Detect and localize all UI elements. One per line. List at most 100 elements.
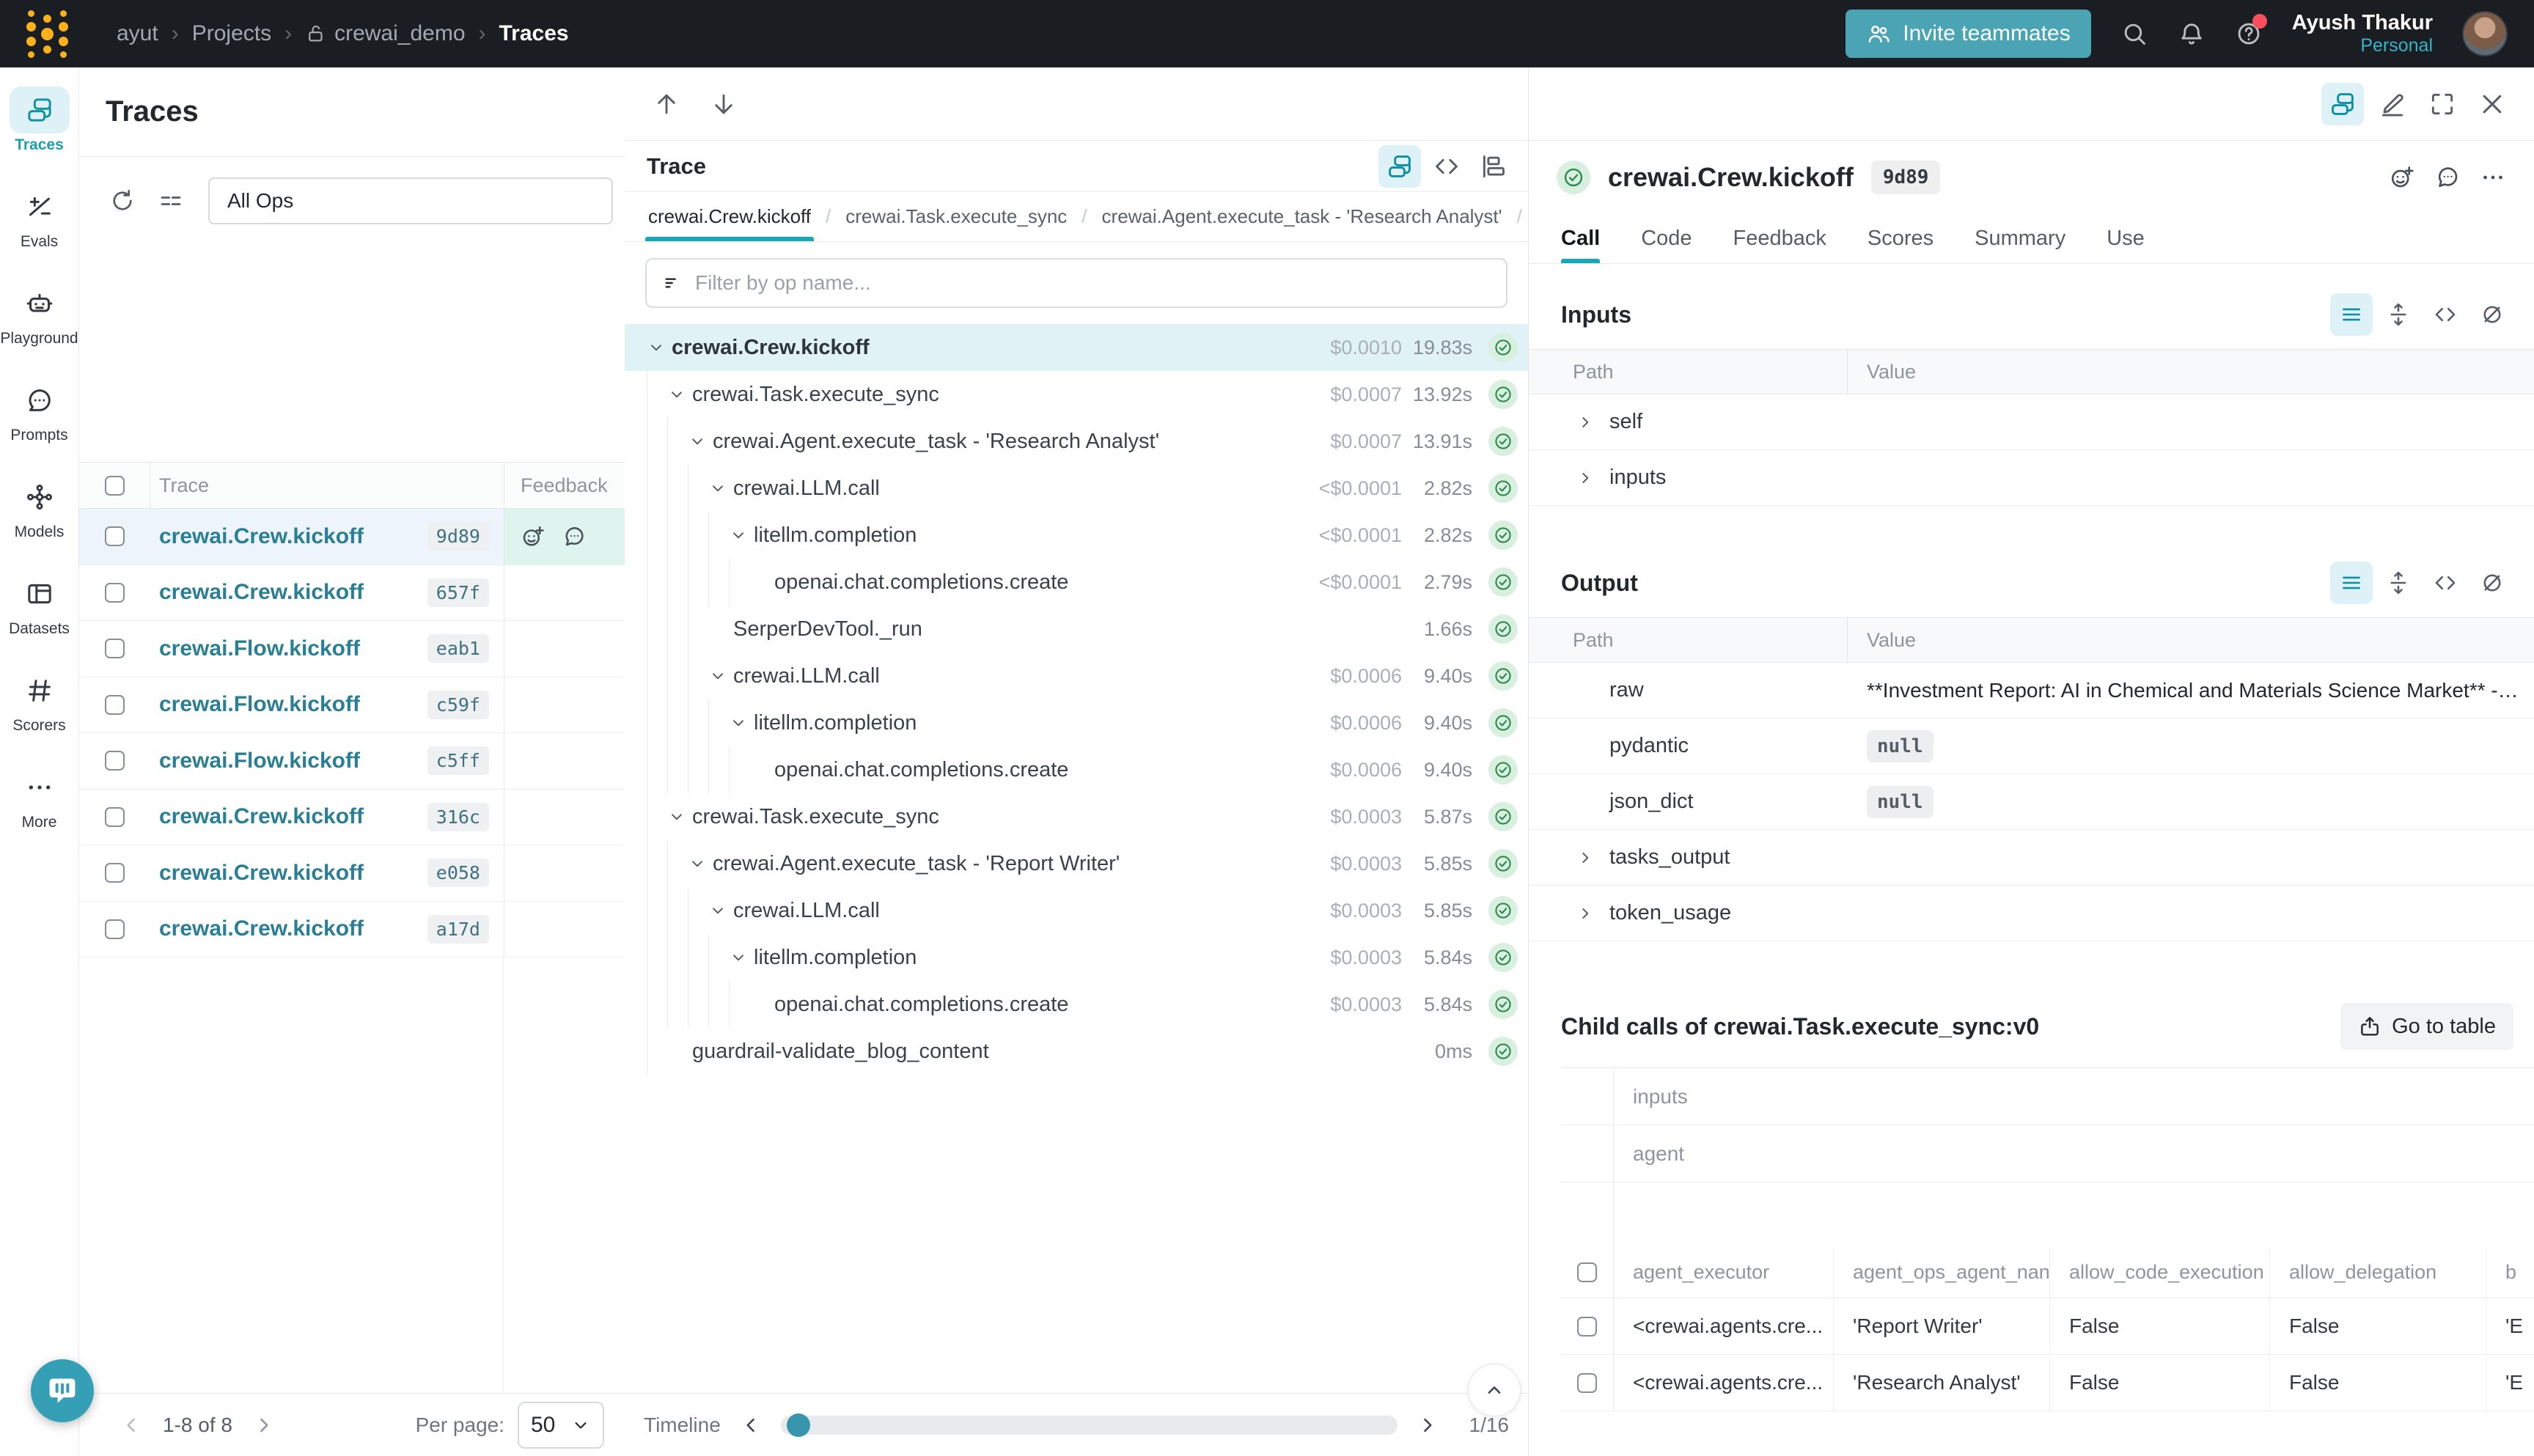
trace-link[interactable]: crewai.Crew.kickoff — [159, 524, 427, 549]
op-name-filter[interactable] — [645, 258, 1507, 308]
fullscreen-icon[interactable] — [2421, 83, 2464, 125]
trace-tree-row[interactable]: crewai.Task.execute_sync$0.000713.92s — [625, 371, 1528, 418]
tab-use[interactable]: Use — [2107, 214, 2145, 263]
per-page-select[interactable]: 50 — [518, 1402, 604, 1449]
child-call-row[interactable]: <crewai.agents.cre...'Research Analyst'F… — [1561, 1355, 2534, 1411]
row-checkbox[interactable] — [105, 807, 125, 827]
previous-call-button[interactable] — [645, 83, 688, 125]
row-checkbox[interactable] — [105, 751, 125, 771]
row-checkbox[interactable] — [105, 583, 125, 603]
row-checkbox[interactable] — [105, 526, 125, 546]
search-icon[interactable] — [2120, 20, 2148, 48]
hide-values-button[interactable] — [2471, 562, 2513, 604]
sidebar-item-playground[interactable]: Playground — [0, 280, 79, 377]
trace-tree-row[interactable]: SerperDevTool._run1.66s — [625, 606, 1528, 652]
code-view-button[interactable] — [2424, 293, 2467, 336]
expand-chevron-icon[interactable] — [1576, 848, 1598, 867]
kv-row[interactable]: json_dictnull — [1529, 774, 2534, 830]
invite-teammates-button[interactable]: Invite teammates — [1846, 10, 2090, 58]
comment-icon[interactable] — [2434, 164, 2461, 191]
expand-chevron-icon[interactable] — [647, 338, 672, 357]
trace-tree-row[interactable]: guardrail-validate_blog_content0ms — [625, 1028, 1528, 1075]
sidebar-item-evals[interactable]: Evals — [0, 183, 79, 280]
select-all-checkbox[interactable] — [1577, 1262, 1597, 1282]
code-view-button[interactable] — [1425, 145, 1468, 188]
expand-chevron-icon[interactable] — [1576, 904, 1598, 923]
support-chat-button[interactable] — [31, 1359, 94, 1422]
timeline-next-icon[interactable] — [1415, 1413, 1440, 1438]
sidebar-item-prompts[interactable]: Prompts — [0, 377, 79, 474]
next-page-icon[interactable] — [251, 1413, 276, 1438]
table-row[interactable]: crewai.Flow.kickoffeab1 — [79, 621, 625, 677]
timeline-slider-handle[interactable] — [787, 1413, 810, 1437]
notifications-bell-icon[interactable] — [2178, 20, 2206, 48]
ops-filter-select[interactable]: All Ops — [208, 177, 613, 224]
expand-chevron-icon[interactable] — [1576, 468, 1598, 488]
collapse-timeline-button[interactable] — [1468, 1364, 1521, 1416]
column-header[interactable]: agent_executor — [1614, 1247, 1834, 1298]
tab-feedback[interactable]: Feedback — [1733, 214, 1826, 263]
breadcrumb-item[interactable]: crewai_demo — [305, 21, 465, 46]
sidebar-item-traces[interactable]: Traces — [0, 87, 79, 183]
manage-columns-button[interactable] — [150, 180, 192, 222]
expand-chevron-icon[interactable] — [667, 385, 692, 404]
child-call-row[interactable]: <crewai.agents.cre...'Report Writer'Fals… — [1561, 1298, 2534, 1355]
expand-chevron-icon[interactable] — [729, 713, 754, 732]
comment-icon[interactable] — [562, 524, 587, 549]
show-trace-tree-button[interactable] — [2321, 83, 2364, 125]
trace-breadcrumb-tab[interactable]: crewai.Agent.execute_task - 'Research An… — [1099, 192, 1505, 241]
breadcrumb-item[interactable]: ayut — [117, 21, 158, 46]
trace-link[interactable]: crewai.Flow.kickoff — [159, 692, 427, 717]
row-checkbox[interactable] — [105, 863, 125, 883]
close-icon[interactable] — [2471, 83, 2513, 125]
code-view-button[interactable] — [2424, 562, 2467, 604]
next-call-button[interactable] — [702, 83, 745, 125]
expand-chevron-icon[interactable] — [1576, 413, 1598, 432]
add-reaction-icon[interactable] — [521, 524, 546, 549]
help-icon[interactable] — [2235, 20, 2263, 48]
column-header[interactable]: allow_code_execution — [2050, 1247, 2270, 1298]
table-row[interactable]: crewai.Crew.kickoff316c — [79, 790, 625, 846]
table-row[interactable]: crewai.Crew.kickoff9d89 — [79, 509, 625, 565]
row-checkbox[interactable] — [105, 919, 125, 939]
expand-chevron-icon[interactable] — [708, 901, 733, 920]
tab-scores[interactable]: Scores — [1868, 214, 1933, 263]
prev-page-icon[interactable] — [119, 1413, 144, 1438]
expand-chevron-icon[interactable] — [708, 666, 733, 685]
trace-tree-row[interactable]: openai.chat.completions.create$0.00035.8… — [625, 981, 1528, 1028]
sidebar-item-datasets[interactable]: Datasets — [0, 570, 79, 667]
column-header[interactable]: agent_ops_agent_nan — [1834, 1247, 2050, 1298]
list-view-button[interactable] — [2330, 562, 2373, 604]
trace-link[interactable]: crewai.Flow.kickoff — [159, 636, 427, 661]
row-checkbox[interactable] — [1577, 1317, 1597, 1336]
trace-tree-row[interactable]: crewai.Task.execute_sync$0.00035.87s — [625, 793, 1528, 840]
trace-link[interactable]: crewai.Crew.kickoff — [159, 580, 427, 605]
go-to-table-button[interactable]: Go to table — [2340, 1003, 2513, 1050]
trace-tree-row[interactable]: crewai.LLM.call$0.00069.40s — [625, 652, 1528, 699]
add-reaction-icon[interactable] — [2389, 164, 2415, 191]
trace-tree-row[interactable]: crewai.Agent.execute_task - 'Report Writ… — [625, 840, 1528, 887]
sidebar-item-scorers[interactable]: Scorers — [0, 667, 79, 764]
kv-row[interactable]: token_usage — [1529, 886, 2534, 941]
expand-chevron-icon[interactable] — [729, 948, 754, 967]
expand-chevron-icon[interactable] — [708, 479, 733, 498]
table-row[interactable]: crewai.Crew.kickoffe058 — [79, 845, 625, 902]
trace-tree-row[interactable]: litellm.completion<$0.00012.82s — [625, 512, 1528, 559]
breadcrumb-item[interactable]: Traces — [499, 21, 569, 46]
trace-tree-row[interactable]: crewai.LLM.call$0.00035.85s — [625, 887, 1528, 934]
trace-breadcrumb-tab[interactable]: crewai.Crew.kickoff — [645, 192, 814, 241]
trace-tree-row[interactable]: openai.chat.completions.create$0.00069.4… — [625, 746, 1528, 793]
list-view-button[interactable] — [2330, 293, 2373, 336]
expand-chevron-icon[interactable] — [688, 854, 713, 873]
flame-view-button[interactable] — [1472, 145, 1515, 188]
tab-code[interactable]: Code — [1641, 214, 1692, 263]
call-id-badge[interactable]: 9d89 — [1871, 161, 1941, 194]
table-row[interactable]: crewai.Flow.kickoffc59f — [79, 677, 625, 734]
timeline-slider[interactable] — [781, 1416, 1398, 1435]
expand-chevron-icon[interactable] — [729, 526, 754, 545]
tab-call[interactable]: Call — [1561, 214, 1600, 263]
tab-summary[interactable]: Summary — [1975, 214, 2065, 263]
trace-tree-row[interactable]: litellm.completion$0.00035.84s — [625, 934, 1528, 981]
row-checkbox[interactable] — [105, 695, 125, 715]
expand-chevron-icon[interactable] — [667, 807, 692, 826]
